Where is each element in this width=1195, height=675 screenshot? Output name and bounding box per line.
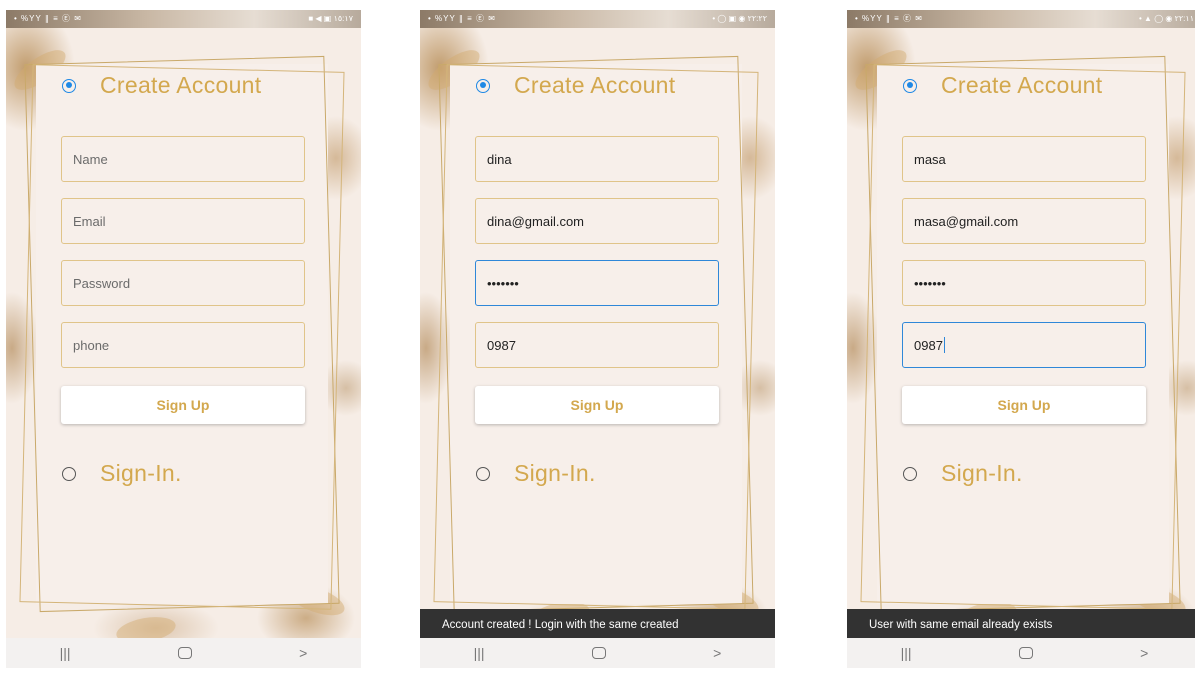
recents-icon[interactable]: ||| bbox=[474, 645, 485, 661]
sign-in-option[interactable]: Sign-In. bbox=[903, 460, 1023, 487]
sign-in-radio[interactable] bbox=[903, 466, 917, 481]
email-field[interactable]: masa@gmail.com bbox=[902, 198, 1146, 244]
sign-in-option[interactable]: Sign-In. bbox=[62, 460, 182, 487]
snackbar-message: User with same email already exists bbox=[847, 609, 1195, 641]
phone-screen-3: • %YY ∥ ≡ Ⓔ ✉ • ▲ ◯ ◉ ٢٢:١١ Create Accou… bbox=[847, 10, 1195, 668]
email-field[interactable]: dina@gmail.com bbox=[475, 198, 719, 244]
create-account-option[interactable]: Create Account bbox=[476, 72, 675, 99]
status-icons-left: • %YY ∥ ≡ Ⓔ ✉ bbox=[855, 14, 923, 23]
create-account-radio[interactable] bbox=[476, 78, 490, 93]
create-account-option[interactable]: Create Account bbox=[62, 72, 261, 99]
create-account-label: Create Account bbox=[100, 72, 262, 98]
status-icons-right: ■ ◀ ▣ ١٥:١٧ bbox=[308, 14, 353, 23]
password-field[interactable]: ••••••• bbox=[902, 260, 1146, 306]
recents-icon[interactable]: ||| bbox=[60, 645, 71, 661]
status-icons-right: • ▲ ◯ ◉ ٢٢:١١ bbox=[1139, 14, 1194, 23]
system-nav-bar: ||| > bbox=[847, 638, 1195, 668]
create-account-label: Create Account bbox=[941, 72, 1103, 98]
home-icon[interactable] bbox=[177, 647, 192, 659]
back-icon[interactable]: > bbox=[1140, 645, 1148, 661]
create-account-radio[interactable] bbox=[62, 78, 76, 93]
email-field[interactable]: Email bbox=[61, 198, 305, 244]
snackbar-message: Account created ! Login with the same cr… bbox=[420, 609, 775, 641]
sign-up-button[interactable]: Sign Up bbox=[902, 386, 1146, 424]
phone-screen-2: • %YY ∥ ≡ Ⓔ ✉ • ◯ ▣ ◉ ٢٢:٢٢ Create Accou… bbox=[420, 10, 775, 668]
name-field[interactable]: masa bbox=[902, 136, 1146, 182]
sign-in-radio[interactable] bbox=[476, 466, 490, 481]
status-bar: • %YY ∥ ≡ Ⓔ ✉ • ▲ ◯ ◉ ٢٢:١١ bbox=[847, 10, 1195, 28]
system-nav-bar: ||| > bbox=[6, 638, 361, 668]
create-account-option[interactable]: Create Account bbox=[903, 72, 1102, 99]
home-icon[interactable] bbox=[1018, 647, 1033, 659]
password-field[interactable]: Password bbox=[61, 260, 305, 306]
name-field[interactable]: Name bbox=[61, 136, 305, 182]
recents-icon[interactable]: ||| bbox=[901, 645, 912, 661]
status-bar: • %YY ∥ ≡ Ⓔ ✉ • ◯ ▣ ◉ ٢٢:٢٢ bbox=[420, 10, 775, 28]
name-field[interactable]: dina bbox=[475, 136, 719, 182]
phone-field[interactable]: phone bbox=[61, 322, 305, 368]
back-icon[interactable]: > bbox=[299, 645, 307, 661]
sign-in-label: Sign-In. bbox=[514, 460, 596, 486]
sign-in-radio[interactable] bbox=[62, 466, 76, 481]
back-icon[interactable]: > bbox=[713, 645, 721, 661]
sign-up-button[interactable]: Sign Up bbox=[475, 386, 719, 424]
phone-field-value: 0987 bbox=[914, 337, 943, 353]
create-account-label: Create Account bbox=[514, 72, 676, 98]
status-icons-left: • %YY ∥ ≡ Ⓔ ✉ bbox=[14, 14, 82, 23]
password-field[interactable]: ••••••• bbox=[475, 260, 719, 306]
phone-screen-1: • %YY ∥ ≡ Ⓔ ✉ ■ ◀ ▣ ١٥:١٧ Create Account… bbox=[6, 10, 361, 668]
sign-in-label: Sign-In. bbox=[100, 460, 182, 486]
status-icons-left: • %YY ∥ ≡ Ⓔ ✉ bbox=[428, 14, 496, 23]
sign-up-button[interactable]: Sign Up bbox=[61, 386, 305, 424]
text-caret bbox=[943, 337, 945, 353]
system-nav-bar: ||| > bbox=[420, 638, 775, 668]
create-account-radio[interactable] bbox=[903, 78, 917, 93]
home-icon[interactable] bbox=[591, 647, 606, 659]
sign-in-option[interactable]: Sign-In. bbox=[476, 460, 596, 487]
phone-field[interactable]: 0987 bbox=[475, 322, 719, 368]
sign-in-label: Sign-In. bbox=[941, 460, 1023, 486]
phone-field[interactable]: 0987 bbox=[902, 322, 1146, 368]
status-bar: • %YY ∥ ≡ Ⓔ ✉ ■ ◀ ▣ ١٥:١٧ bbox=[6, 10, 361, 28]
status-icons-right: • ◯ ▣ ◉ ٢٢:٢٢ bbox=[712, 14, 767, 23]
